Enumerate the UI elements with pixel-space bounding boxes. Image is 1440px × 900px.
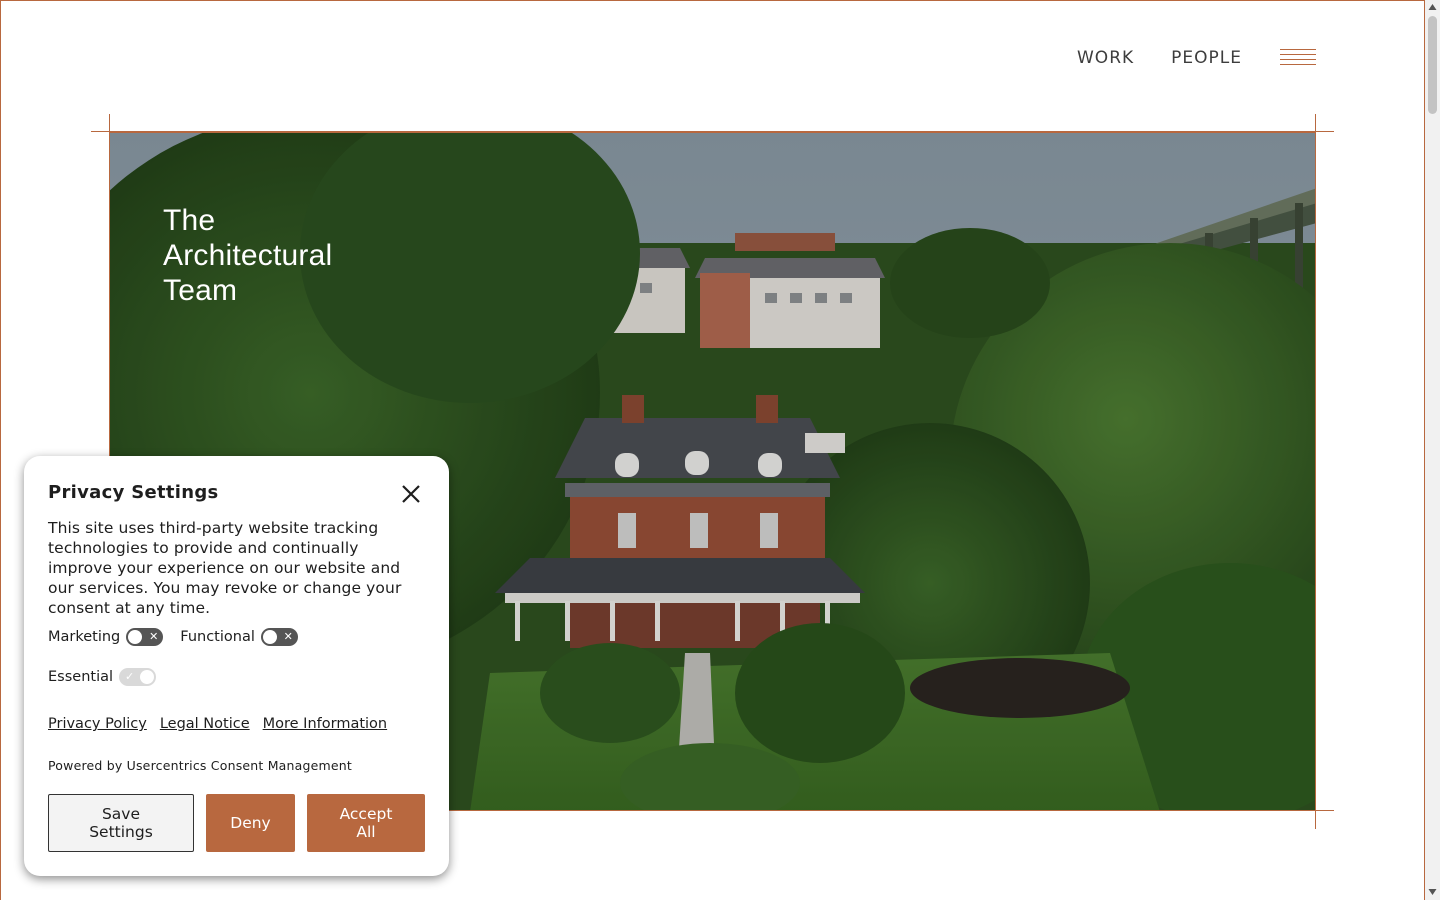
- scroll-up-arrow-icon[interactable]: [1428, 3, 1437, 11]
- toggle-label: Functional: [180, 629, 255, 645]
- close-icon[interactable]: [401, 484, 421, 504]
- toggle-functional: Functional ✕: [180, 626, 298, 648]
- legal-notice-link[interactable]: Legal Notice: [160, 716, 250, 732]
- deny-button[interactable]: Deny: [206, 794, 295, 852]
- toggle-essential: Essential ✓: [48, 666, 408, 688]
- hamburger-menu-icon[interactable]: [1280, 49, 1316, 67]
- marketing-switch[interactable]: ✕: [126, 628, 164, 646]
- main-nav: WORK PEOPLE: [1077, 46, 1242, 70]
- accept-all-button[interactable]: Accept All: [307, 794, 425, 852]
- hero-title: The Architectural Team: [163, 204, 333, 307]
- privacy-settings-dialog: Privacy Settings This site uses third-pa…: [24, 456, 449, 876]
- x-icon: ✕: [149, 630, 159, 643]
- toggle-marketing: Marketing ✕: [48, 626, 164, 648]
- toggle-label: Essential: [48, 669, 114, 685]
- consent-links: Privacy Policy Legal Notice More Informa…: [48, 716, 425, 732]
- more-information-link[interactable]: More Information: [263, 716, 388, 732]
- powered-by-text: Powered by Usercentrics Consent Manageme…: [48, 758, 353, 773]
- save-settings-button[interactable]: Save Settings: [48, 794, 194, 852]
- check-icon: ✓: [125, 670, 135, 683]
- consent-toggles: Marketing ✕ Functional ✕ Essential ✓: [48, 626, 425, 688]
- consent-buttons: Save Settings Deny Accept All: [48, 794, 425, 852]
- button-label: Save Settings: [89, 805, 153, 841]
- nav-work-link[interactable]: WORK: [1077, 46, 1134, 70]
- x-icon: ✕: [283, 630, 293, 643]
- privacy-policy-link[interactable]: Privacy Policy: [48, 716, 147, 732]
- vertical-scrollbar[interactable]: [1425, 0, 1440, 900]
- toggle-label: Marketing: [48, 629, 121, 645]
- scrollbar-thumb[interactable]: [1428, 16, 1437, 114]
- button-label: Accept All: [339, 805, 393, 841]
- dialog-title: Privacy Settings: [48, 482, 219, 503]
- nav-people-link[interactable]: PEOPLE: [1171, 46, 1242, 70]
- scroll-down-arrow-icon[interactable]: [1428, 888, 1437, 896]
- dialog-description: This site uses third-party website track…: [48, 519, 402, 617]
- essential-switch: ✓: [119, 668, 157, 686]
- functional-switch[interactable]: ✕: [260, 628, 298, 646]
